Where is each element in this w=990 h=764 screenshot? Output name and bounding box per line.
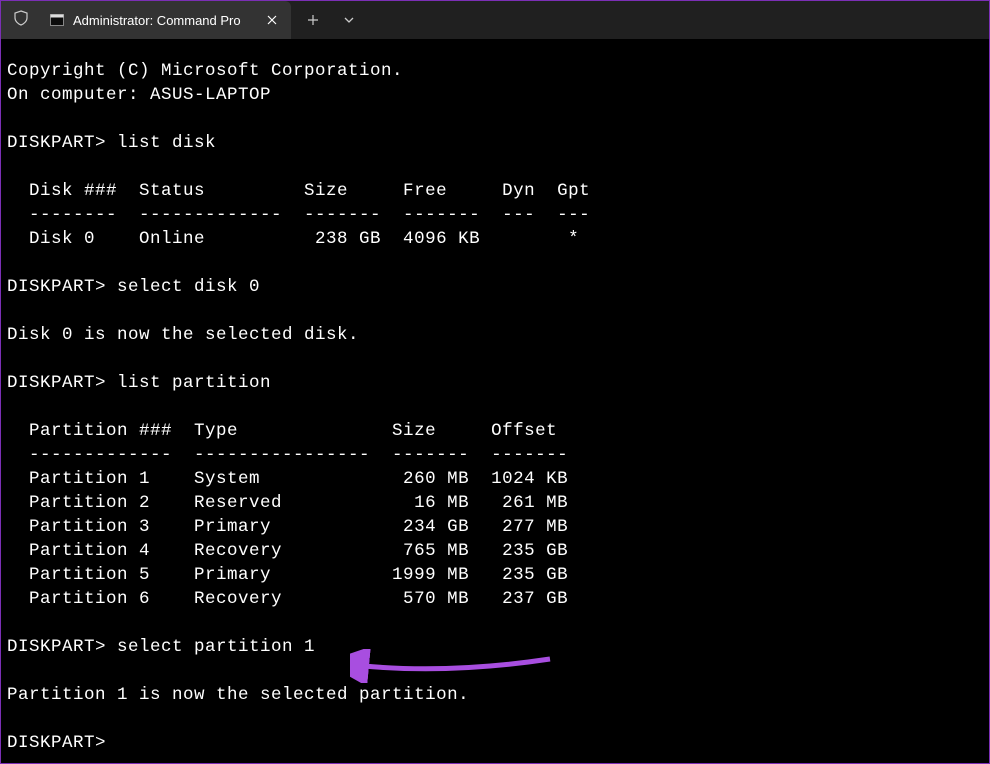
plus-icon (307, 14, 319, 26)
tab-dropdown-button[interactable] (331, 1, 367, 39)
cmd-list-partition: list partition (117, 373, 271, 393)
cmd-select-disk: select disk 0 (117, 277, 260, 297)
partition-table-row: Partition 6 Recovery 570 MB 237 GB (7, 589, 568, 609)
partition-table-header: Partition ### Type Size Offset (7, 421, 557, 441)
terminal-output[interactable]: Copyright (C) Microsoft Corporation. On … (1, 39, 989, 761)
close-icon (267, 15, 277, 25)
prompt: DISKPART> (7, 133, 106, 153)
prompt: DISKPART> (7, 373, 106, 393)
partition-table-row: Partition 4 Recovery 765 MB 235 GB (7, 541, 568, 561)
disk-table-header: Disk ### Status Size Free Dyn Gpt (7, 181, 590, 201)
admin-shield-area (1, 1, 41, 39)
partition-table-row: Partition 3 Primary 234 GB 277 MB (7, 517, 568, 537)
tab-active[interactable]: Administrator: Command Pro (41, 1, 291, 39)
partition-table-divider: ------------- ---------------- ------- -… (7, 445, 568, 465)
disk-table-row: Disk 0 Online 238 GB 4096 KB * (7, 229, 579, 249)
partition-table-row: Partition 5 Primary 1999 MB 235 GB (7, 565, 568, 585)
cmd-list-disk: list disk (117, 133, 216, 153)
partition-table-row: Partition 2 Reserved 16 MB 261 MB (7, 493, 568, 513)
copyright-line: Copyright (C) Microsoft Corporation. (7, 61, 403, 81)
new-tab-button[interactable] (295, 1, 331, 39)
partition-table-row: Partition 1 System 260 MB 1024 KB (7, 469, 568, 489)
disk-table-divider: -------- ------------- ------- ------- -… (7, 205, 590, 225)
shield-icon (13, 10, 29, 31)
computer-line: On computer: ASUS-LAPTOP (7, 85, 271, 105)
partition-selected-msg: Partition 1 is now the selected partitio… (7, 685, 469, 705)
disk-selected-msg: Disk 0 is now the selected disk. (7, 325, 359, 345)
chevron-down-icon (344, 17, 354, 23)
tab-title: Administrator: Command Pro (73, 13, 255, 28)
tab-close-button[interactable] (263, 11, 281, 29)
prompt: DISKPART> (7, 733, 106, 753)
tab-actions (291, 1, 367, 39)
terminal-icon (49, 12, 65, 28)
prompt: DISKPART> (7, 637, 106, 657)
titlebar: Administrator: Command Pro (1, 1, 989, 39)
cmd-select-partition: select partition 1 (117, 637, 315, 657)
prompt: DISKPART> (7, 277, 106, 297)
